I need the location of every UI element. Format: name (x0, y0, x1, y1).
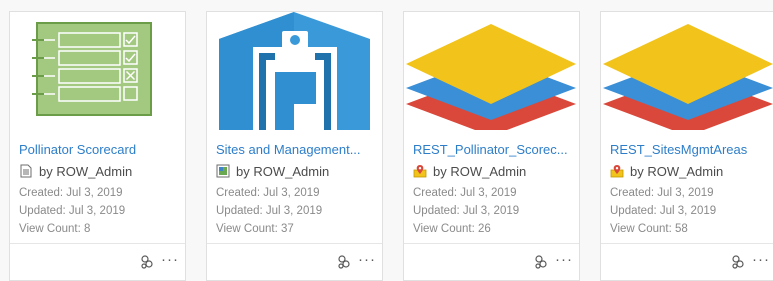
view-count: View Count: 8 (19, 223, 91, 235)
item-card: Sites and Management... by ROW_Admin Cre… (206, 11, 383, 281)
view-count: View Count: 37 (216, 223, 294, 235)
feature-layer-icon (413, 164, 427, 178)
item-owner: by ROW_Admin (236, 163, 330, 179)
card-divider (404, 243, 579, 244)
item-card: REST_SitesMgmtAreas by ROW_Admin Created… (600, 11, 773, 281)
item-owner: by ROW_Admin (39, 163, 133, 179)
share-icon[interactable] (140, 255, 154, 269)
owner-row: by ROW_Admin (19, 163, 132, 179)
owner-row: by ROW_Admin (610, 163, 723, 179)
layers-thumbnail[interactable] (601, 12, 773, 130)
share-icon[interactable] (337, 255, 351, 269)
created-date: Created: Jul 3, 2019 (216, 187, 320, 199)
clipboard-thumbnail[interactable] (207, 12, 382, 130)
updated-date: Updated: Jul 3, 2019 (19, 205, 126, 217)
created-date: Created: Jul 3, 2019 (19, 187, 123, 199)
item-title-link[interactable]: REST_SitesMgmtAreas (610, 142, 772, 157)
owner-row: by ROW_Admin (216, 163, 329, 179)
view-count: View Count: 26 (413, 223, 491, 235)
item-title-link[interactable]: Pollinator Scorecard (19, 142, 181, 157)
updated-date: Updated: Jul 3, 2019 (610, 205, 717, 217)
card-divider (601, 243, 773, 244)
more-options-icon[interactable]: ··· (161, 252, 179, 267)
view-count: View Count: 58 (610, 223, 688, 235)
checklist-thumbnail[interactable] (10, 12, 185, 130)
feature-layer-icon (610, 164, 624, 178)
item-card: REST_Pollinator_Scorec... by ROW_Admin C… (403, 11, 580, 281)
updated-date: Updated: Jul 3, 2019 (216, 205, 323, 217)
card-divider (10, 243, 185, 244)
item-title-link[interactable]: REST_Pollinator_Scorec... (413, 142, 575, 157)
item-card: Pollinator Scorecard by ROW_Admin Create… (9, 11, 186, 281)
item-title-link[interactable]: Sites and Management... (216, 142, 378, 157)
share-icon[interactable] (731, 255, 745, 269)
item-owner: by ROW_Admin (433, 163, 527, 179)
updated-date: Updated: Jul 3, 2019 (413, 205, 520, 217)
created-date: Created: Jul 3, 2019 (413, 187, 517, 199)
document-icon (19, 164, 33, 178)
more-options-icon[interactable]: ··· (555, 252, 573, 267)
owner-row: by ROW_Admin (413, 163, 526, 179)
share-icon[interactable] (534, 255, 548, 269)
card-divider (207, 243, 382, 244)
more-options-icon[interactable]: ··· (752, 252, 770, 267)
web-app-icon (216, 164, 230, 178)
more-options-icon[interactable]: ··· (358, 252, 376, 267)
layers-thumbnail[interactable] (404, 12, 579, 130)
item-owner: by ROW_Admin (630, 163, 724, 179)
created-date: Created: Jul 3, 2019 (610, 187, 714, 199)
